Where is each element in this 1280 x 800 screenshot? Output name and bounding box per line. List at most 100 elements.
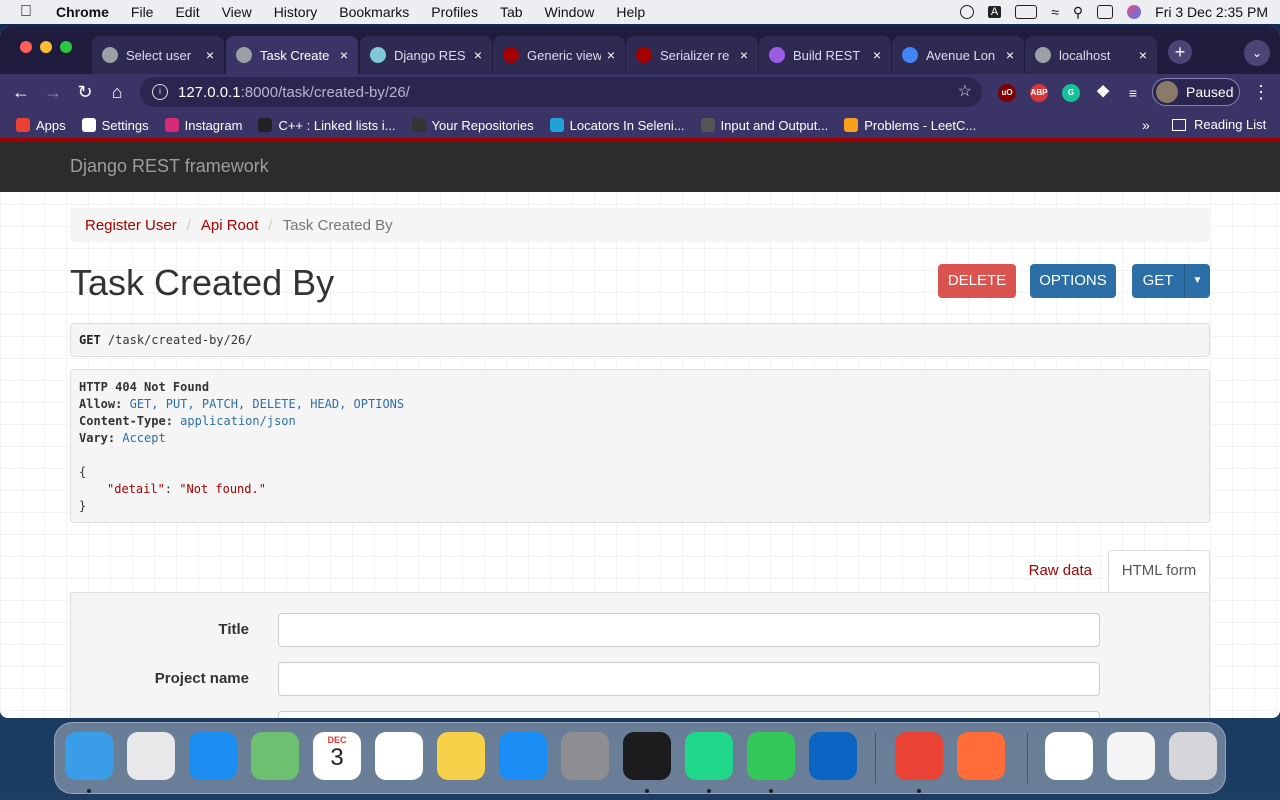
new-tab-button[interactable]: + [1168, 40, 1192, 64]
battery-icon[interactable] [1015, 5, 1038, 19]
bookmark-item[interactable]: Instagram [164, 118, 242, 133]
siri-icon[interactable] [1127, 5, 1142, 19]
tab-title: Serializer re [660, 47, 730, 63]
vscode-icon[interactable] [809, 732, 857, 780]
ublock-extension-icon[interactable]: uO [998, 84, 1016, 102]
close-tab-icon[interactable]: × [1139, 47, 1147, 63]
forward-button[interactable]: → [42, 82, 64, 103]
menu-view[interactable]: View [222, 4, 252, 20]
close-tab-icon[interactable]: × [607, 47, 615, 63]
close-tab-icon[interactable]: × [206, 47, 214, 63]
postman-icon[interactable] [957, 732, 1005, 780]
control-center-icon[interactable] [1097, 5, 1114, 19]
menu-profiles[interactable]: Profiles [431, 4, 478, 20]
browser-tab[interactable]: Task Create × [226, 36, 358, 74]
address-bar[interactable]: i 127.0.0.1:8000/task/created-by/26/ ☆ [140, 77, 982, 107]
input-source-icon[interactable]: A [987, 6, 1002, 18]
menu-window[interactable]: Window [545, 4, 595, 20]
bookmark-favicon-icon [700, 118, 715, 132]
finder-icon[interactable] [65, 732, 113, 780]
get-button[interactable]: GET [1132, 264, 1184, 298]
menu-help[interactable]: Help [616, 4, 645, 20]
breadcrumb-register-user[interactable]: Register User [85, 217, 177, 234]
wifi-icon[interactable]: ≈ [1051, 4, 1059, 20]
play-status-icon[interactable] [959, 5, 974, 19]
reload-button[interactable]: ↻ [74, 82, 96, 103]
chrome-icon[interactable] [895, 732, 943, 780]
close-tab-icon[interactable]: × [340, 47, 348, 63]
running-indicator [917, 789, 921, 793]
bookmark-item[interactable]: Input and Output... [700, 118, 828, 133]
spotlight-search-icon[interactable]: ⚲ [1073, 4, 1083, 21]
bookmark-item[interactable]: Your Repositories [411, 118, 534, 133]
close-tab-icon[interactable]: × [873, 47, 881, 63]
menu-history[interactable]: History [274, 4, 318, 20]
doc-1-icon[interactable] [1045, 732, 1093, 780]
close-tab-icon[interactable]: × [1006, 47, 1014, 63]
get-format-dropdown-icon[interactable]: ▼ [1184, 264, 1210, 298]
browser-tab[interactable]: Serializer re × [626, 36, 758, 74]
zoom-window-button[interactable] [60, 41, 72, 53]
apple-icon[interactable]:  [20, 0, 38, 24]
menu-bookmarks[interactable]: Bookmarks [339, 4, 409, 20]
close-tab-icon[interactable]: × [740, 47, 748, 63]
reminders-icon[interactable] [375, 732, 423, 780]
title-input[interactable] [278, 613, 1100, 647]
project-name-input[interactable] [278, 662, 1100, 696]
breadcrumb-api-root[interactable]: Api Root [201, 217, 259, 234]
menu-edit[interactable]: Edit [175, 4, 199, 20]
adblock-extension-icon[interactable]: ABP [1030, 84, 1048, 102]
browser-tab[interactable]: Build REST × [759, 36, 891, 74]
menu-file[interactable]: File [131, 4, 154, 20]
bookmark-item[interactable]: Settings [81, 118, 149, 133]
calendar-icon[interactable]: DEC 3 [313, 732, 361, 780]
bookmark-item[interactable]: Apps [16, 118, 66, 133]
home-button[interactable]: ⌂ [106, 82, 128, 103]
browser-tab[interactable]: localhost × [1025, 36, 1157, 74]
pycharm-icon[interactable] [685, 732, 733, 780]
tab-html-form[interactable]: HTML form [1108, 550, 1210, 592]
site-info-icon[interactable]: i [152, 84, 168, 100]
maps-icon[interactable] [251, 732, 299, 780]
tab-raw-data[interactable]: Raw data [1029, 562, 1092, 579]
notes-icon[interactable] [437, 732, 485, 780]
browser-tab[interactable]: Avenue Lon × [892, 36, 1024, 74]
menu-app-name[interactable]: Chrome [56, 4, 109, 20]
browser-tab[interactable]: Django RES × [360, 36, 492, 74]
extensions-puzzle-icon[interactable]: ❖ [1094, 84, 1112, 102]
bookmark-item[interactable]: Problems - LeetC... [844, 118, 976, 133]
menu-tab[interactable]: Tab [500, 4, 523, 20]
drf-brand[interactable]: Django REST framework [70, 156, 269, 177]
delete-button[interactable]: DELETE [938, 264, 1016, 298]
media-controls-icon[interactable]: ≡ [1124, 84, 1142, 102]
bookmark-star-icon[interactable]: ☆ [958, 81, 972, 101]
doc-2-icon[interactable] [1107, 732, 1155, 780]
browser-tab[interactable]: Select user × [92, 36, 224, 74]
launchpad-icon[interactable] [127, 732, 175, 780]
bookmark-item[interactable]: Locators In Seleni... [549, 118, 685, 133]
chrome-menu-icon[interactable]: ⋮ [1252, 82, 1270, 103]
bookmark-item[interactable]: C++ : Linked lists i... [258, 118, 396, 133]
close-window-button[interactable] [20, 41, 32, 53]
terminal-icon[interactable] [623, 732, 671, 780]
safari-icon[interactable] [189, 732, 237, 780]
app-store-icon[interactable] [499, 732, 547, 780]
reading-list-button[interactable]: Reading List [1172, 117, 1266, 132]
bookmarks-overflow-icon[interactable]: » [1142, 117, 1150, 133]
back-button[interactable]: ← [10, 82, 32, 103]
minimize-window-button[interactable] [40, 41, 52, 53]
json-open-brace: { [79, 465, 87, 479]
tab-search-button[interactable]: ⌄ [1244, 40, 1270, 66]
system-preferences-icon[interactable] [561, 732, 609, 780]
clock-datetime[interactable]: Fri 3 Dec 2:35 PM [1155, 4, 1268, 20]
trash-icon[interactable] [1169, 732, 1217, 780]
profile-button[interactable]: Paused [1152, 78, 1240, 106]
next-field-input[interactable] [278, 711, 1100, 718]
url-text[interactable]: 127.0.0.1:8000/task/created-by/26/ [178, 84, 410, 101]
chrome-window: Select user × Task Create × Django RES × Gener… [0, 26, 1280, 718]
options-button[interactable]: OPTIONS [1030, 264, 1116, 298]
close-tab-icon[interactable]: × [474, 47, 482, 63]
messages-icon[interactable] [747, 732, 795, 780]
browser-tab[interactable]: Generic view × [493, 36, 625, 74]
grammarly-extension-icon[interactable]: G [1062, 84, 1080, 102]
